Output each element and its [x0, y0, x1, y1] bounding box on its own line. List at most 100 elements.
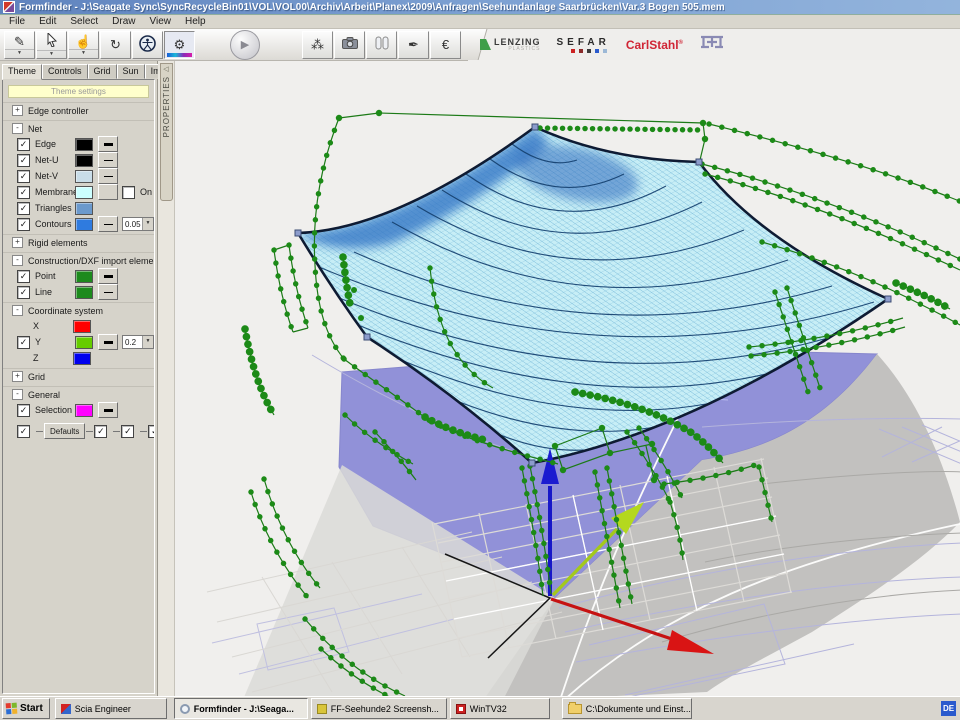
edge-linestyle-button[interactable]: [98, 136, 118, 152]
selection-color-swatch[interactable]: [75, 404, 93, 417]
row-net-v: ✓ Net-V: [3, 168, 154, 184]
title-bar[interactable]: Formfinder - J:\Seagate Sync\SyncRecycle…: [0, 0, 960, 15]
menu-edit[interactable]: Edit: [32, 16, 63, 27]
section-net[interactable]: - Net: [3, 120, 154, 136]
contours-width-dropdown[interactable]: 0.05 ▼: [122, 217, 154, 231]
defaults-button[interactable]: Defaults: [44, 423, 85, 439]
defaults-checkbox-4[interactable]: ✓: [148, 425, 155, 438]
point-checkbox[interactable]: ✓: [17, 270, 30, 283]
membrane-on-checkbox[interactable]: [122, 186, 135, 199]
axis-size-dropdown[interactable]: 0.2 ▼: [122, 335, 154, 349]
rolls-icon: [375, 36, 389, 53]
section-construction-dxf[interactable]: - Construction/DXF import elements: [3, 252, 154, 268]
chevron-down-icon[interactable]: ▼: [37, 50, 66, 57]
point-color-swatch[interactable]: [75, 270, 93, 283]
touch-tool-button[interactable]: ☝ ▼: [68, 31, 99, 59]
formfinder-icon: [180, 704, 190, 714]
collapse-icon[interactable]: -: [12, 123, 23, 134]
membrane-style-button[interactable]: [98, 184, 118, 200]
pen-button[interactable]: ✒: [398, 31, 429, 59]
edge-checkbox[interactable]: ✓: [17, 138, 30, 151]
defaults-checkbox-3[interactable]: ✓: [121, 425, 134, 438]
point-style-button[interactable]: [98, 268, 118, 284]
selection-style-button[interactable]: [98, 402, 118, 418]
x-axis-color-swatch[interactable]: [73, 320, 91, 333]
line-color-swatch[interactable]: [75, 286, 93, 299]
transform-tool-button[interactable]: ↻: [100, 31, 131, 59]
menu-view[interactable]: View: [143, 16, 179, 27]
expand-icon[interactable]: +: [12, 237, 23, 248]
menu-select[interactable]: Select: [63, 16, 105, 27]
start-button[interactable]: Start: [2, 698, 50, 719]
draw-tool-button[interactable]: ✎ ▼: [4, 31, 35, 59]
tab-sun[interactable]: Sun: [117, 64, 145, 79]
cost-button[interactable]: €: [430, 31, 461, 59]
net-v-linestyle-button[interactable]: [98, 168, 118, 184]
section-edge-controller[interactable]: + Edge controller: [3, 102, 154, 118]
properties-collapse-tab[interactable]: ◁ PROPERTIES: [160, 63, 173, 201]
z-axis-color-swatch[interactable]: [73, 352, 91, 365]
expand-icon[interactable]: +: [12, 105, 23, 116]
defaults-checkbox-2[interactable]: ✓: [94, 425, 107, 438]
defaults-checkbox-1[interactable]: ✓: [17, 425, 30, 438]
theme-settings-button[interactable]: ⚙: [164, 31, 195, 59]
expand-icon[interactable]: +: [12, 371, 23, 382]
y-axis-color-swatch[interactable]: [75, 336, 93, 349]
membrane-color-swatch[interactable]: [75, 186, 93, 199]
section-general[interactable]: - General: [3, 386, 154, 402]
task-formfinder[interactable]: Formfinder - J:\Seaga...: [174, 698, 308, 719]
section-grid[interactable]: + Grid: [3, 368, 154, 384]
collapse-icon[interactable]: -: [12, 389, 23, 400]
task-explorer[interactable]: C:\Dokumente und Einst...: [562, 698, 692, 719]
membrane-checkbox[interactable]: ✓: [17, 186, 30, 199]
net-u-color-swatch[interactable]: [75, 154, 93, 167]
sefar-square: [587, 49, 591, 53]
section-coordinate-system[interactable]: - Coordinate system: [3, 302, 154, 318]
folder-icon: [568, 704, 582, 714]
play-button[interactable]: ▶: [230, 30, 260, 60]
net-v-color-swatch[interactable]: [75, 170, 93, 183]
row-contours: ✓ Contours 0.05 ▼: [3, 216, 154, 232]
task-screenshot[interactable]: FF-Seehunde2 Screensh...: [311, 698, 447, 719]
net-u-checkbox[interactable]: ✓: [17, 154, 30, 167]
vitruvian-button[interactable]: [132, 31, 163, 59]
task-wintv32[interactable]: WinTV32: [450, 698, 550, 719]
contours-color-swatch[interactable]: [75, 218, 93, 231]
chevron-down-icon[interactable]: ▼: [5, 49, 34, 56]
contours-checkbox[interactable]: ✓: [17, 218, 30, 231]
nodes-button[interactable]: ⁂: [302, 31, 333, 59]
chevron-down-icon[interactable]: ▼: [69, 49, 98, 56]
tab-controls[interactable]: Controls: [42, 64, 88, 79]
language-indicator[interactable]: DE: [941, 701, 956, 716]
net-u-linestyle-button[interactable]: [98, 152, 118, 168]
material-rolls-button[interactable]: [366, 31, 397, 59]
net-v-checkbox[interactable]: ✓: [17, 170, 30, 183]
collapse-icon[interactable]: -: [12, 255, 23, 266]
y-axis-checkbox[interactable]: ✓: [17, 336, 30, 349]
selection-checkbox[interactable]: ✓: [17, 404, 30, 417]
line-checkbox[interactable]: ✓: [17, 286, 30, 299]
lenzing-logo: LENZING PLASTICS: [480, 38, 541, 52]
tab-grid[interactable]: Grid: [88, 64, 117, 79]
collapse-icon[interactable]: -: [12, 305, 23, 316]
section-rigid-elements[interactable]: + Rigid elements: [3, 234, 154, 250]
app-icon: [3, 1, 15, 13]
menu-help[interactable]: Help: [178, 16, 213, 27]
menu-draw[interactable]: Draw: [105, 16, 142, 27]
menu-file[interactable]: File: [2, 16, 32, 27]
snapshot-button[interactable]: [334, 31, 365, 59]
sefar-square: [579, 49, 583, 53]
lenzing-mark-icon: [480, 39, 491, 50]
task-scia-engineer[interactable]: Scia Engineer: [55, 698, 167, 719]
contours-linestyle-button[interactable]: [98, 216, 118, 232]
edge-color-swatch[interactable]: [75, 138, 93, 151]
partner-logos: LENZING PLASTICS SEFAR CarlStahl®: [480, 34, 725, 55]
triangles-color-swatch[interactable]: [75, 202, 93, 215]
triangles-checkbox[interactable]: ✓: [17, 202, 30, 215]
y-axis-style-button[interactable]: [98, 334, 118, 350]
properties-strip: ◁ PROPERTIES: [158, 60, 175, 696]
line-style-button[interactable]: [98, 284, 118, 300]
viewport-3d[interactable]: [175, 60, 960, 699]
tab-theme[interactable]: Theme: [2, 64, 42, 80]
select-tool-button[interactable]: ▼: [36, 31, 67, 59]
